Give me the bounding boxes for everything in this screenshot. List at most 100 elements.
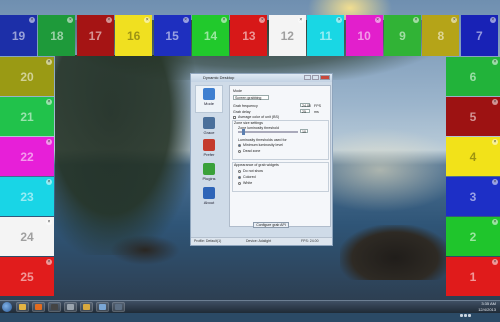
zone-tile-close-icon[interactable]: × (297, 17, 304, 23)
average-color-checkbox[interactable] (233, 116, 236, 119)
zone-tile-number: 10 (357, 28, 371, 43)
zone-tile-close-icon[interactable]: × (492, 259, 498, 265)
zone-tile-number: 18 (50, 28, 64, 43)
zone-tile[interactable]: 16 × (115, 15, 153, 56)
taskbar-app-button[interactable] (80, 302, 93, 312)
tray-icon[interactable] (460, 314, 463, 317)
taskbar-app-button[interactable] (32, 302, 45, 312)
dialog-title: Dynamic Desktop (203, 75, 235, 80)
grab-delay-input[interactable]: 25 (300, 109, 310, 114)
start-button[interactable] (2, 302, 12, 312)
zone-tile-close-icon[interactable]: × (46, 179, 52, 185)
taskbar-app-button[interactable] (48, 302, 61, 312)
zone-tile[interactable]: 7 × (460, 15, 498, 56)
nav-item-about[interactable]: About (195, 185, 223, 213)
min-luminosity-radio[interactable] (238, 144, 241, 147)
zone-tile[interactable]: 12 × (268, 15, 306, 56)
zone-tile-close-icon[interactable]: × (492, 219, 498, 225)
zone-tile[interactable]: 25 × (0, 257, 54, 296)
nav-item-mode[interactable]: Mode (195, 85, 223, 113)
zone-threshold-slider[interactable] (238, 129, 298, 135)
zone-tile[interactable]: 2 × (446, 217, 500, 256)
zone-tile-number: 2 (469, 229, 477, 244)
zone-tile-number: 14 (203, 28, 218, 43)
min-luminosity-label: Minimum luminosity level (243, 143, 283, 147)
colored-label: Colored (243, 175, 256, 179)
zone-threshold-input[interactable]: 10 (300, 129, 308, 134)
do-not-show-radio[interactable] (238, 170, 241, 173)
zone-tile-close-icon[interactable]: × (374, 17, 381, 23)
zone-tile-close-icon[interactable]: × (336, 17, 343, 23)
zone-tile-close-icon[interactable]: × (46, 99, 52, 105)
zone-tile-close-icon[interactable]: × (144, 17, 151, 23)
zone-tile[interactable]: 17 × (76, 15, 114, 56)
zone-tile[interactable]: 21 × (0, 97, 54, 136)
nav-label-prefer: Prefer (203, 152, 215, 157)
grace-icon (203, 117, 215, 129)
zone-tile-close-icon[interactable]: × (451, 17, 458, 23)
colored-radio[interactable] (238, 176, 241, 179)
zone-tile-close-icon[interactable]: × (46, 259, 52, 265)
nav-label-mode: Mode (203, 101, 214, 106)
zone-tile[interactable]: 1 × (446, 257, 500, 296)
maximize-button[interactable] (312, 75, 319, 80)
zone-tile-close-icon[interactable]: × (46, 139, 52, 145)
zone-tile[interactable]: 24 × (0, 217, 54, 256)
zone-tile[interactable]: 13 × (230, 15, 268, 56)
zone-tile-close-icon[interactable]: × (182, 17, 189, 23)
zone-threshold-knob[interactable] (242, 129, 245, 135)
zone-tile-number: 11 (319, 28, 333, 43)
zone-tile-number: 1 (469, 269, 477, 284)
clock[interactable]: 3:35 AM 12/4/2013 (478, 301, 496, 312)
zone-tile[interactable]: 22 × (0, 137, 54, 176)
zone-tile-close-icon[interactable]: × (46, 59, 52, 65)
white-radio[interactable] (238, 182, 241, 185)
close-button[interactable] (320, 75, 330, 80)
zone-tile[interactable]: 19 × (0, 15, 37, 56)
system-tray[interactable] (460, 304, 474, 317)
configure-grab-api-button[interactable]: Configure grab API (253, 222, 289, 228)
zone-tile-close-icon[interactable]: × (492, 179, 498, 185)
tray-icon[interactable] (468, 314, 471, 317)
grab-delay-value: 25 (302, 110, 306, 114)
taskbar-app-button[interactable] (64, 302, 77, 312)
zone-tile-close-icon[interactable]: × (492, 139, 498, 145)
zone-tile[interactable]: 14 × (192, 15, 229, 56)
zone-tile[interactable]: 9 × (384, 15, 421, 56)
dead-zone-radio[interactable] (238, 150, 241, 153)
zone-tile-close-icon[interactable]: × (46, 219, 52, 225)
zone-tile[interactable]: 20 × (0, 57, 54, 96)
zone-tile-close-icon[interactable]: × (67, 17, 74, 23)
grab-frequency-input[interactable]: 24.00 (300, 103, 311, 108)
zone-tile[interactable]: 15 × (153, 15, 191, 56)
taskbar-app-button[interactable] (16, 302, 29, 312)
zone-tile[interactable]: 8 × (422, 15, 460, 56)
taskbar-app-button[interactable] (112, 302, 125, 312)
zone-tile[interactable]: 5 × (446, 97, 500, 136)
zone-tile[interactable]: 10 × (345, 15, 383, 56)
zone-tile-close-icon[interactable]: × (221, 17, 227, 23)
minimize-button[interactable] (304, 75, 311, 80)
zone-tile[interactable]: 11 × (307, 15, 345, 56)
zone-tile-number: 24 (20, 229, 34, 244)
zone-tile[interactable]: 23 × (0, 177, 54, 216)
zone-tile-number: 17 (88, 28, 102, 43)
taskbar-app-button[interactable] (96, 302, 109, 312)
zone-tile-number: 8 (437, 28, 445, 43)
tray-icon[interactable] (464, 314, 467, 317)
zone-tile[interactable]: 6 × (446, 57, 500, 96)
dialog-titlebar[interactable]: Dynamic Desktop (191, 74, 332, 82)
zone-tile-close-icon[interactable]: × (492, 99, 498, 105)
zone-tile-close-icon[interactable]: × (105, 17, 112, 23)
zone-tile[interactable]: 3 × (446, 177, 500, 216)
zone-tile[interactable]: 4 × (446, 137, 500, 176)
zone-tile-close-icon[interactable]: × (489, 17, 496, 23)
zone-tile[interactable]: 18 × (38, 15, 76, 56)
zone-tile-close-icon[interactable]: × (29, 17, 35, 23)
zone-tile-close-icon[interactable]: × (413, 17, 419, 23)
mode-select[interactable]: Screen grabbing (233, 95, 269, 100)
monitor-icon (115, 304, 122, 310)
zone-tile-close-icon[interactable]: × (492, 59, 498, 65)
zone-tile-close-icon[interactable]: × (259, 17, 266, 23)
grab-delay-label: Grab delay (233, 110, 251, 114)
